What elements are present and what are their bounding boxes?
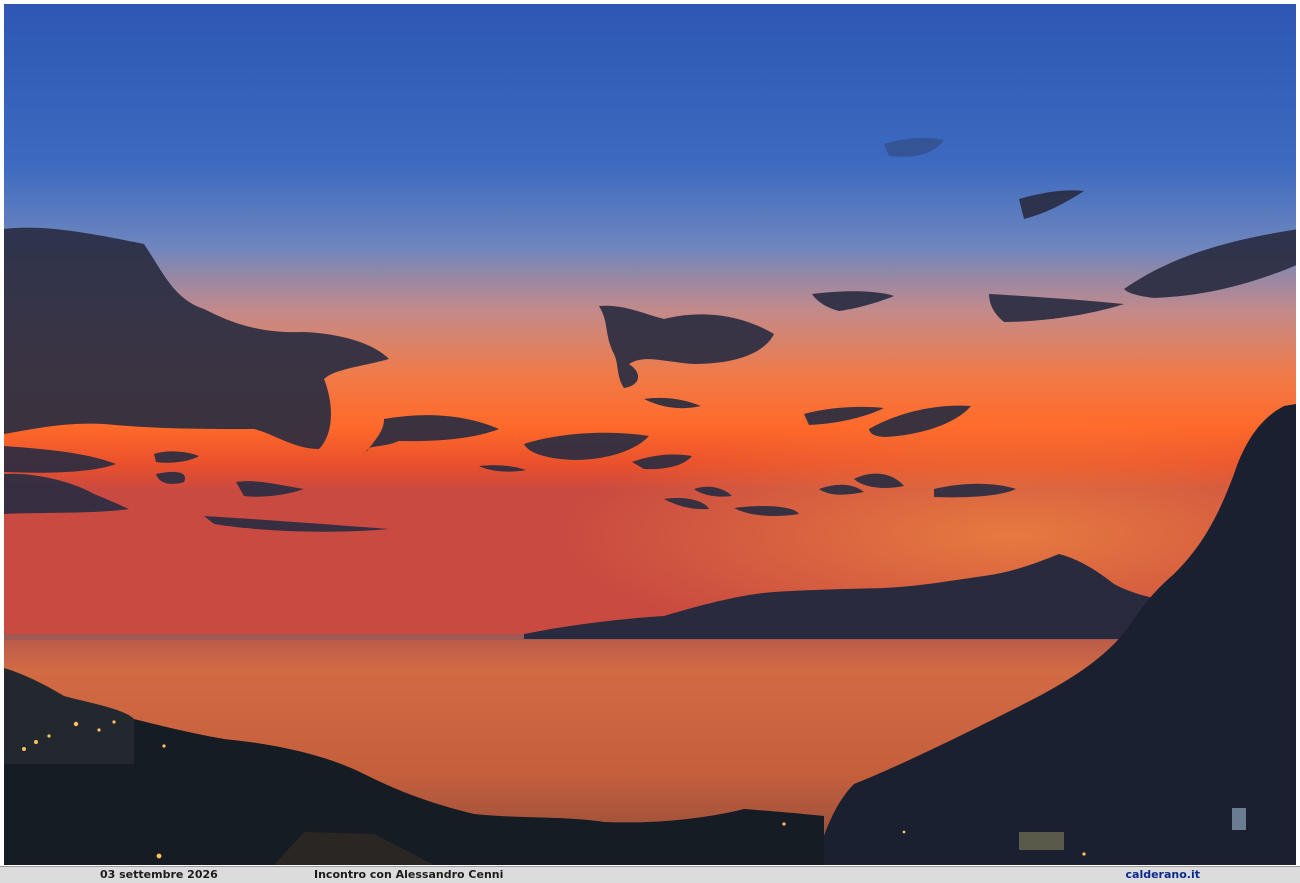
caption-bar: 03 settembre 2026 Incontro con Alessandr… (0, 866, 1300, 883)
photo-date: 03 settembre 2026 (100, 868, 218, 881)
photo-frame: 03 settembre 2026 Incontro con Alessandr… (0, 0, 1300, 883)
photo-title: Incontro con Alessandro Cenni (314, 868, 504, 881)
site-link[interactable]: calderano.it (1126, 867, 1201, 883)
sunset-seascape-illustration (4, 4, 1296, 865)
sunset-photo (4, 4, 1296, 865)
